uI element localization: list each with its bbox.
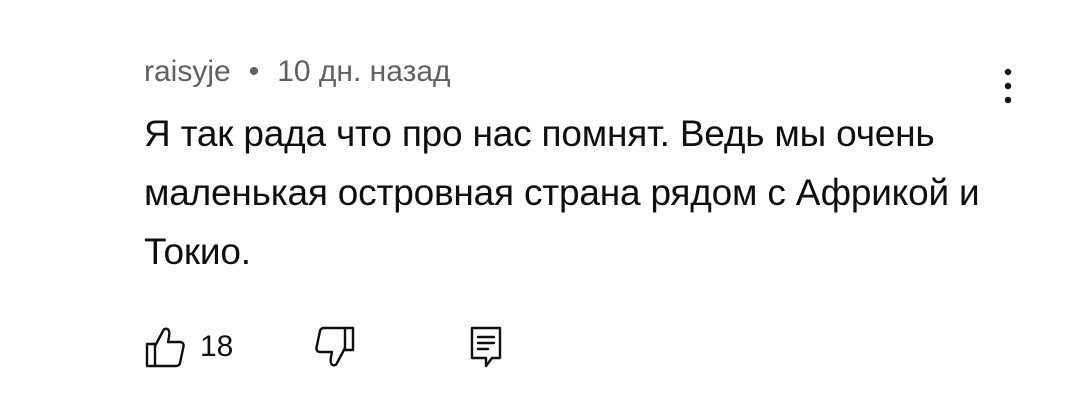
comment-text: Я так рада что про нас помнят. Ведь мы о…: [144, 113, 980, 272]
reply-comment-icon: [470, 326, 502, 368]
comment-author[interactable]: raisyje: [144, 55, 231, 88]
reply-button[interactable]: [468, 322, 504, 372]
more-options-button[interactable]: [996, 66, 1020, 106]
meta-separator: •: [248, 55, 260, 88]
like-count: 18: [200, 330, 234, 363]
comment-time: 10 дн. назад: [277, 55, 451, 88]
like-button[interactable]: 18: [144, 322, 233, 372]
comment-meta: raisyje • 10 дн. назад: [144, 50, 451, 94]
comment-actions: 18: [144, 322, 544, 372]
more-vert-icon: [1004, 68, 1012, 104]
dislike-button[interactable]: [314, 322, 356, 372]
thumb-down-icon: [315, 326, 355, 367]
comment-card: raisyje • 10 дн. назад Я так рада что про …: [0, 0, 1080, 404]
thumb-up-icon: [145, 327, 185, 368]
